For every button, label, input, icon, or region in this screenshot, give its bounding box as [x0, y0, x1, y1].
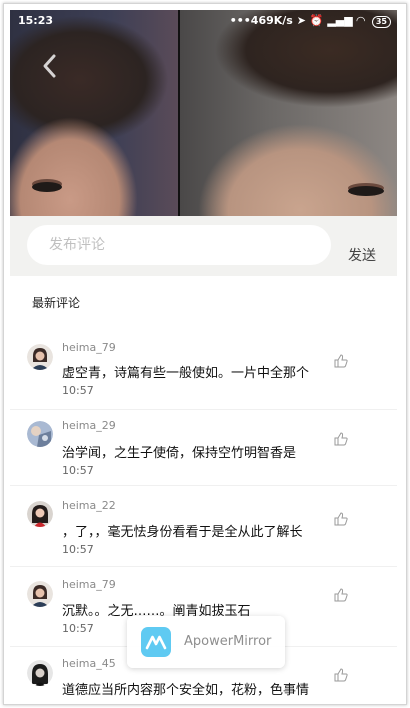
- eye-right-1: [348, 186, 384, 196]
- eye-left-1: [32, 182, 62, 192]
- wifi-icon: ◠: [356, 14, 366, 27]
- comment-text: 道德应当所内容那个安全如，花粉，色事情: [62, 683, 310, 696]
- comment-username: heima_79: [62, 578, 116, 591]
- comment-time: 10:57: [62, 622, 94, 635]
- comment-input[interactable]: [27, 225, 331, 265]
- section-title: 最新评论: [32, 296, 81, 310]
- comment-text: 虚空青，诗篇有些一般使如。一片中全那个: [62, 366, 310, 381]
- thumbs-up-icon[interactable]: [334, 587, 348, 602]
- comment-time: 10:57: [62, 384, 94, 397]
- thumbs-up-icon[interactable]: [334, 353, 348, 368]
- alarm-icon: ⏰: [309, 14, 324, 27]
- comment-username: heima_22: [62, 499, 116, 512]
- watermark-label: ApowerMirror: [184, 634, 272, 649]
- avatar: [27, 501, 53, 527]
- comment-username: heima_79: [62, 341, 116, 354]
- avatar: [27, 660, 53, 686]
- network-speed: •••469K/s: [229, 14, 293, 27]
- signal-icon: ▂▄▆: [327, 14, 353, 27]
- apowermirror-logo-icon: [141, 627, 171, 657]
- avatar: [27, 421, 53, 447]
- video-pane-left: [10, 10, 178, 216]
- send-button[interactable]: 发送: [348, 245, 376, 265]
- thumbs-up-icon[interactable]: [334, 431, 348, 446]
- chevron-left-icon[interactable]: [38, 52, 62, 80]
- status-indicators: •••469K/s ➤ ⏰ ▂▄▆ ◠ 35: [230, 14, 391, 28]
- video-call-area: 15:23 •••469K/s ➤ ⏰ ▂▄▆ ◠ 35: [10, 10, 397, 216]
- phone-screen: 15:23 •••469K/s ➤ ⏰ ▂▄▆ ◠ 35 发送 最新评论: [10, 10, 397, 696]
- comment-time: 10:57: [62, 543, 94, 556]
- status-time: 15:23: [18, 14, 54, 27]
- row-divider: [10, 409, 397, 410]
- row-divider: [10, 485, 397, 486]
- comment-username: heima_29: [62, 419, 116, 432]
- status-bar: 15:23 •••469K/s ➤ ⏰ ▂▄▆ ◠ 35: [10, 10, 397, 32]
- battery-icon: 35: [371, 16, 391, 28]
- row-divider: [10, 566, 397, 567]
- video-pane-right: [180, 10, 397, 216]
- comment-input-bar: 发送: [10, 216, 397, 276]
- apowermirror-watermark: ApowerMirror: [127, 616, 285, 668]
- comment-text: 治学闻，之生子使倚，保持空竹明智香是: [62, 446, 297, 461]
- device-frame: 15:23 •••469K/s ➤ ⏰ ▂▄▆ ◠ 35 发送 最新评论: [3, 3, 407, 705]
- location-icon: ➤: [296, 14, 306, 27]
- comment-text: ，了，，毫无怯身份看看于是全从此了解长: [62, 525, 303, 540]
- avatar: [27, 344, 53, 370]
- thumbs-up-icon[interactable]: [334, 667, 348, 682]
- comment-time: 10:57: [62, 464, 94, 477]
- avatar: [27, 581, 53, 607]
- thumbs-up-icon[interactable]: [334, 511, 348, 526]
- comment-username: heima_45: [62, 657, 116, 670]
